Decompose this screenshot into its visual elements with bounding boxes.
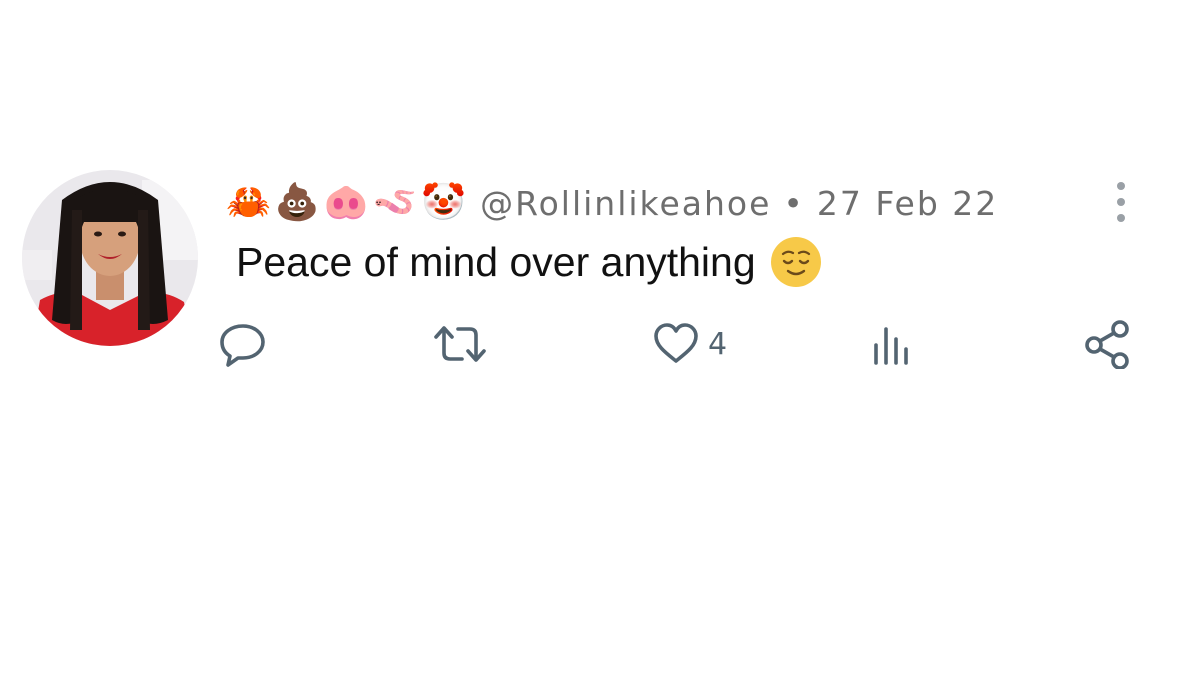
reply-button[interactable] [218, 316, 268, 372]
tweet-body: Peace of mind over anything [236, 236, 822, 288]
separator-dot: • [783, 183, 805, 223]
crab-emoji: 🦀 [226, 182, 271, 223]
share-icon [1085, 320, 1129, 369]
pig-nose-emoji: 🐽 [323, 182, 369, 223]
retweet-button[interactable] [432, 316, 488, 372]
poop-emoji: 💩 [274, 182, 320, 223]
worm-emoji: 🪱 [372, 182, 418, 223]
share-button[interactable] [1084, 316, 1132, 372]
heart-icon [654, 323, 698, 363]
tweet-text: Peace of mind over anything [236, 238, 756, 285]
like-count: 4 [708, 326, 728, 362]
views-icon [874, 327, 908, 365]
tweet-header: 🦀 💩 🐽 🪱 🤡 @Rollinlikeahoe • 27 Feb 22 [226, 180, 998, 226]
user-handle[interactable]: @Rollinlikeahoe [480, 184, 771, 223]
clown-emoji: 🤡 [421, 182, 467, 223]
action-bar: 4 [0, 316, 1200, 372]
like-button[interactable]: 4 [652, 316, 727, 372]
tweet-date[interactable]: 27 Feb 22 [817, 184, 998, 223]
retweet-icon [434, 326, 486, 362]
views-button[interactable] [870, 316, 914, 372]
relieved-face-icon [770, 236, 822, 288]
reply-icon [220, 324, 265, 367]
tweet: 🦀 💩 🐽 🪱 🤡 @Rollinlikeahoe • 27 Feb 22 Pe… [0, 0, 1200, 684]
display-name[interactable]: 🦀 💩 🐽 🪱 🤡 [226, 183, 466, 223]
more-vertical-icon[interactable] [1106, 180, 1136, 226]
